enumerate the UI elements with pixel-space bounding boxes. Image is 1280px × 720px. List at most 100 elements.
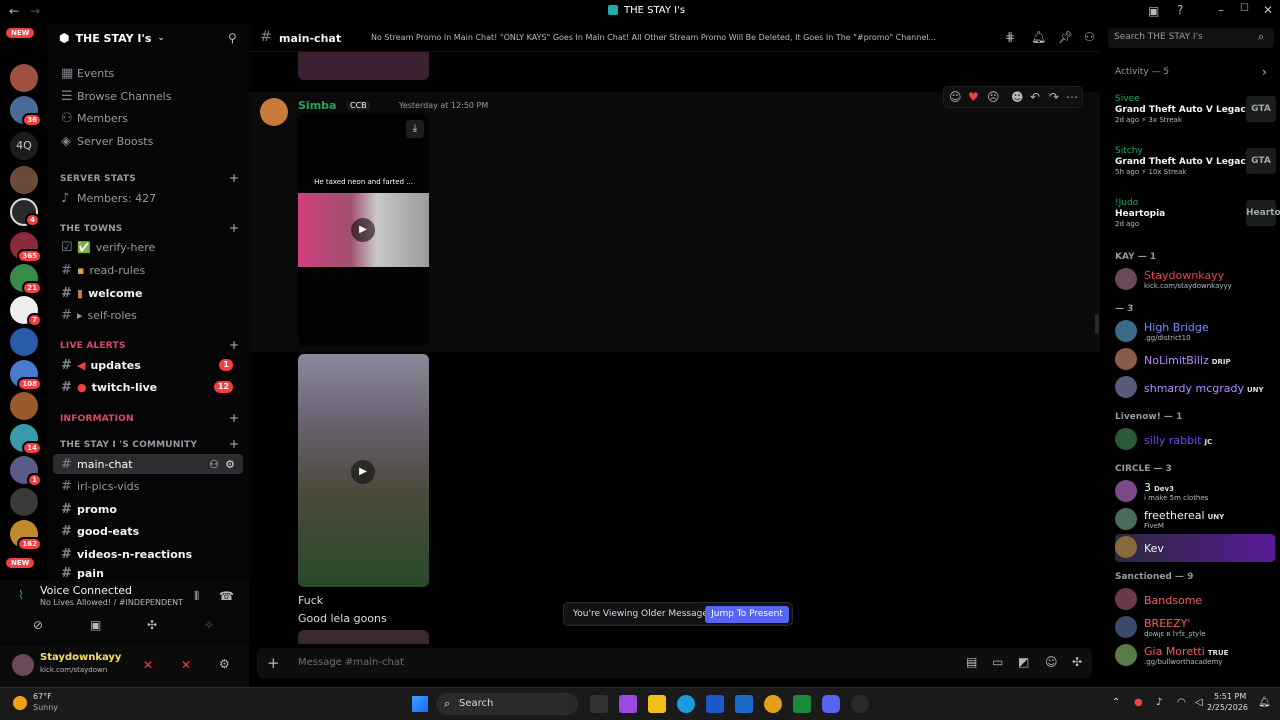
store-icon[interactable] bbox=[706, 695, 724, 713]
channel-members-count[interactable]: ♪ Members: 427 bbox=[53, 188, 243, 208]
add-friend-icon[interactable]: ⚲ bbox=[228, 31, 237, 45]
image-attachment[interactable] bbox=[298, 52, 429, 80]
add-channel-icon[interactable]: + bbox=[229, 411, 239, 425]
maximize-icon[interactable]: ☐ bbox=[1240, 3, 1249, 14]
steam-icon[interactable] bbox=[851, 695, 869, 713]
member-row[interactable]: silly rabbit JC bbox=[1115, 426, 1275, 454]
scrollbar-thumb[interactable] bbox=[1095, 314, 1099, 334]
activities-icon[interactable]: ✣ bbox=[147, 618, 157, 632]
inbox-icon[interactable]: ▣ bbox=[1148, 4, 1159, 18]
member-row[interactable]: Kev bbox=[1115, 534, 1275, 562]
channel-read-rules[interactable]: # ▪ read-rules bbox=[53, 260, 243, 280]
channel-pain[interactable]: # pain bbox=[53, 566, 243, 580]
add-channel-icon[interactable]: + bbox=[229, 171, 239, 185]
settings-gear-icon[interactable]: ⚙ bbox=[225, 458, 235, 471]
add-channel-icon[interactable]: + bbox=[229, 338, 239, 352]
member-row[interactable]: Gia Moretti TRUE .gg/bullworthacademy bbox=[1115, 642, 1275, 670]
download-icon[interactable]: ⤓ bbox=[406, 120, 424, 138]
wifi-icon[interactable]: ◠ bbox=[1177, 697, 1186, 708]
app-icon[interactable] bbox=[793, 695, 811, 713]
file-explorer-icon[interactable] bbox=[648, 695, 666, 713]
outlook-icon[interactable] bbox=[735, 695, 753, 713]
play-icon[interactable]: ▶ bbox=[351, 218, 375, 242]
forward-arrow-icon[interactable]: → bbox=[30, 4, 40, 18]
clock-time[interactable]: 5:51 PM bbox=[1214, 692, 1246, 701]
channel-updates[interactable]: # ◀ updates 1 bbox=[53, 355, 243, 375]
server-icon[interactable]: 4 bbox=[10, 198, 40, 227]
reply-icon[interactable]: ↶ bbox=[1030, 90, 1040, 104]
channel-verify-here[interactable]: ☑ ✅ verify-here bbox=[53, 237, 243, 257]
nav-server-boosts[interactable]: ◈ Server Boosts bbox=[53, 131, 243, 151]
channel-welcome[interactable]: # ▮ welcome bbox=[53, 283, 243, 303]
help-icon[interactable]: ? bbox=[1177, 3, 1183, 17]
member-row[interactable]: freethereal UNY FiveM bbox=[1115, 506, 1275, 534]
noise-suppression-icon[interactable]: ⦀ bbox=[194, 589, 199, 604]
signal-icon[interactable]: ⌇ bbox=[18, 588, 24, 602]
gif-icon[interactable]: ▭ bbox=[992, 655, 1003, 669]
discord-icon[interactable] bbox=[822, 695, 840, 713]
member-row[interactable]: Bandsome bbox=[1115, 586, 1275, 614]
channel-promo[interactable]: # promo bbox=[53, 499, 243, 519]
taskbar-search[interactable]: ⌕ Search bbox=[436, 693, 578, 715]
video-attachment[interactable]: ⤓ He taxed neon and farted ... ▶ bbox=[298, 114, 429, 346]
apps-icon[interactable]: ✣ bbox=[1072, 655, 1082, 669]
nav-members[interactable]: ⚇ Members bbox=[53, 108, 243, 128]
avatar[interactable] bbox=[260, 98, 288, 126]
emoji-icon[interactable]: ☺ bbox=[1045, 655, 1058, 669]
clock-date[interactable]: 2/25/2026 bbox=[1207, 703, 1248, 712]
add-channel-icon[interactable]: + bbox=[229, 437, 239, 451]
app-icon[interactable] bbox=[619, 695, 637, 713]
pin-icon[interactable]: 📌︎ bbox=[1058, 30, 1073, 44]
disconnect-icon[interactable]: ☎ bbox=[219, 589, 234, 603]
member-row[interactable]: BREEZY' ɖօʍլε ʀ lʏfɛ_ʂtyle bbox=[1115, 614, 1275, 642]
invite-icon[interactable]: ⚇ bbox=[209, 458, 219, 471]
reaction-icon[interactable]: ☹ bbox=[987, 90, 1000, 104]
threads-icon[interactable]: ⋕ bbox=[1005, 30, 1015, 44]
add-reaction-icon[interactable]: ☻ bbox=[1011, 90, 1024, 104]
video-attachment[interactable]: ▶ bbox=[298, 354, 429, 587]
server-header[interactable]: ⬢ THE STAY I's ⌄ bbox=[59, 31, 165, 45]
category-information[interactable]: INFORMATION bbox=[60, 414, 134, 424]
server-icon[interactable]: 1 bbox=[10, 456, 42, 487]
deafen-icon[interactable]: ✕ bbox=[181, 658, 191, 672]
volume-icon[interactable]: ◁ bbox=[1195, 697, 1203, 708]
heart-reaction-icon[interactable]: ♥ bbox=[968, 90, 979, 104]
message-author[interactable]: Simba bbox=[298, 99, 336, 112]
edge-icon[interactable] bbox=[677, 695, 695, 713]
channel-self-roles[interactable]: # ▸ self-roles bbox=[53, 305, 243, 325]
channel-main-chat[interactable]: # main-chat ⚙ ⚇ bbox=[53, 454, 243, 474]
soundboard-icon[interactable]: ✧ bbox=[204, 618, 214, 632]
category-the-towns[interactable]: THE TOWNS bbox=[60, 224, 122, 234]
member-row[interactable]: NoLimitBillz DRIP bbox=[1115, 346, 1275, 374]
channel-videos-n-reactions[interactable]: # videos-n-reactions bbox=[53, 544, 243, 564]
back-arrow-icon[interactable]: ← bbox=[9, 4, 19, 18]
jump-to-present-button[interactable]: Jump To Present bbox=[705, 606, 789, 623]
activity-header[interactable]: Activity — 5 bbox=[1115, 67, 1169, 77]
member-row[interactable]: Staydownkayy kick.com/staydownkayyy bbox=[1115, 266, 1275, 294]
play-icon[interactable]: ▶ bbox=[351, 460, 375, 484]
member-row[interactable]: High Bridge .gg/district10 bbox=[1115, 318, 1275, 346]
member-list-icon[interactable]: ⚇ bbox=[1084, 30, 1095, 44]
user-settings-gear-icon[interactable]: ⚙ bbox=[219, 657, 230, 671]
message-input[interactable]: Message #main-chat bbox=[298, 657, 404, 668]
close-icon[interactable]: ✕ bbox=[1263, 3, 1273, 17]
server-icon[interactable]: 4Q bbox=[10, 132, 38, 160]
server-icon[interactable]: 14 bbox=[10, 424, 42, 455]
server-icon[interactable] bbox=[10, 392, 38, 420]
emoji-reaction-icon[interactable]: ☺ bbox=[949, 90, 962, 104]
search-box[interactable]: Search THE STAY I's ⌕ bbox=[1108, 28, 1274, 48]
nav-events[interactable]: ▦ Events bbox=[53, 63, 243, 83]
notification-bell-icon[interactable]: 🔔︎ bbox=[1031, 30, 1046, 44]
server-icon[interactable]: 21 bbox=[10, 264, 42, 295]
server-icon[interactable]: 162 bbox=[10, 520, 42, 551]
tray-chevron-icon[interactable]: ⌃ bbox=[1112, 697, 1120, 708]
server-icon[interactable]: 7 bbox=[10, 296, 42, 327]
tray-app-icon[interactable]: ● bbox=[1134, 697, 1143, 708]
weather-sun-icon[interactable] bbox=[13, 696, 27, 710]
category-live-alerts[interactable]: LIVE ALERTS bbox=[60, 341, 126, 351]
windows-start-icon[interactable] bbox=[412, 696, 428, 712]
channel-twitch-live[interactable]: # ● twitch-live 12 bbox=[53, 377, 243, 397]
gift-icon[interactable]: ▤ bbox=[966, 655, 977, 669]
channel-good-eats[interactable]: # good-eats bbox=[53, 521, 243, 541]
more-icon[interactable]: ⋯ bbox=[1066, 90, 1078, 104]
